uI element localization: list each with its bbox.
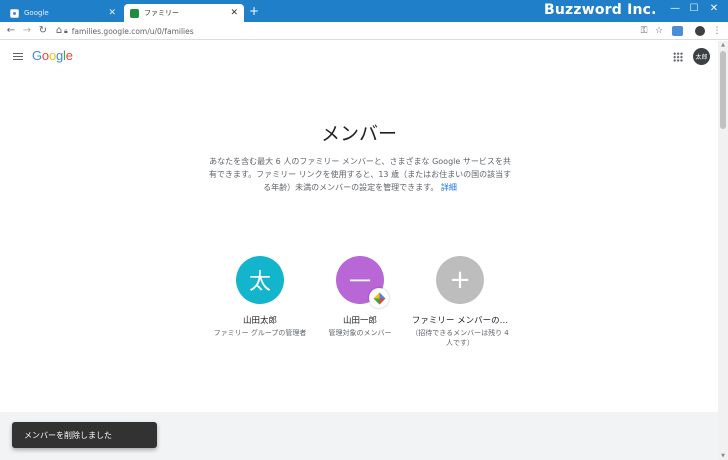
address-toolbar: ← → ↻ ⌂ 🔒︎ families.google.com/u/0/famil… [0, 22, 728, 40]
member-name: ファミリー メンバーの… [411, 316, 509, 326]
address-bar[interactable]: 🔒︎ families.google.com/u/0/families [64, 24, 664, 38]
member-name: 山田太郎 [242, 316, 277, 326]
lock-icon: 🔒︎ [64, 26, 68, 35]
tab-title: Google [24, 9, 49, 17]
member-initial: 太 [248, 270, 271, 295]
maximize-button[interactable]: ☐ [687, 3, 701, 15]
member-avatar[interactable]: 太 [236, 256, 284, 304]
logo-letter: G [32, 48, 42, 63]
account-avatar[interactable]: 太郎 [693, 48, 710, 65]
profile-icon[interactable] [695, 26, 705, 36]
logo-letter: g [55, 48, 64, 63]
close-window-button[interactable]: ✕ [707, 3, 721, 15]
scroll-thumb[interactable] [720, 51, 726, 129]
google-logo[interactable]: Google [32, 48, 73, 63]
apps-grid-icon[interactable] [673, 52, 683, 62]
browser-menu-icon[interactable]: ⋮ [711, 25, 723, 37]
logo-letter: e [65, 48, 73, 63]
member-name: 山田一郎 [342, 316, 377, 326]
close-tab-icon[interactable]: ✕ [108, 8, 116, 18]
page-title: メンバー [320, 123, 397, 145]
member-initial: 一 [348, 270, 371, 295]
add-member-button[interactable]: + [436, 256, 484, 304]
back-button[interactable]: ← [5, 24, 17, 38]
member-role: 管理対象のメンバー [328, 329, 392, 337]
family-favicon-icon [130, 8, 139, 18]
family-link-badge-icon [369, 288, 389, 308]
google-favicon-icon [10, 8, 19, 18]
snackbar-message: メンバーを削除しました [24, 430, 112, 440]
hamburger-menu-icon[interactable] [13, 53, 23, 60]
plus-icon: + [449, 265, 471, 295]
new-tab-button[interactable]: + [249, 5, 259, 17]
reload-button[interactable]: ↻ [37, 24, 49, 38]
page-description: あなたを含む最大 6 人のファミリー メンバーと、さまざまな Google サー… [206, 155, 514, 194]
member-role: （招待できるメンバーは残り 4 人です） [411, 329, 509, 347]
extension-icon[interactable] [672, 26, 683, 36]
invite-member-card[interactable]: + ファミリー メンバーの… （招待できるメンバーは残り 4 人です） [405, 256, 515, 348]
forward-button[interactable]: → [21, 24, 33, 38]
member-avatar[interactable]: 一 [336, 256, 389, 308]
snackbar: メンバーを削除しました [12, 422, 157, 448]
page-scrollbar[interactable]: ▲ ▼ [718, 41, 728, 460]
member-card[interactable]: 太 山田太郎 ファミリー グループの管理者 [205, 256, 315, 338]
url-text: families.google.com/u/0/families [71, 26, 194, 36]
logo-letter: o [41, 48, 49, 63]
description-text: あなたを含む最大 6 人のファミリー メンバーと、さまざまな Google サー… [208, 157, 512, 192]
member-card[interactable]: 一 山田一郎 管理対象のメンバー [305, 256, 415, 338]
minimize-button[interactable]: — [668, 3, 682, 15]
brand-watermark: Buzzword Inc. [544, 2, 657, 18]
member-role: ファミリー グループの管理者 [213, 329, 307, 337]
details-link[interactable]: 詳細 [441, 183, 457, 192]
tab-google[interactable]: Google ✕ [4, 4, 122, 22]
title-bar: Google ✕ ファミリー ✕ + Buzzword Inc. — ☐ ✕ [0, 0, 728, 22]
page-content: Google 太郎 メンバー あなたを含む最大 6 人のファミリー メンバーと、… [0, 41, 718, 460]
tab-title: ファミリー [144, 9, 179, 17]
scroll-down-arrow-icon[interactable]: ▼ [718, 453, 728, 459]
key-icon[interactable]: ⚿ [638, 25, 650, 37]
tab-family[interactable]: ファミリー ✕ [124, 4, 244, 22]
logo-letter: o [48, 48, 56, 63]
bookmark-star-icon[interactable]: ☆ [653, 25, 665, 37]
scroll-up-arrow-icon[interactable]: ▲ [718, 42, 728, 48]
close-tab-icon[interactable]: ✕ [230, 8, 238, 18]
